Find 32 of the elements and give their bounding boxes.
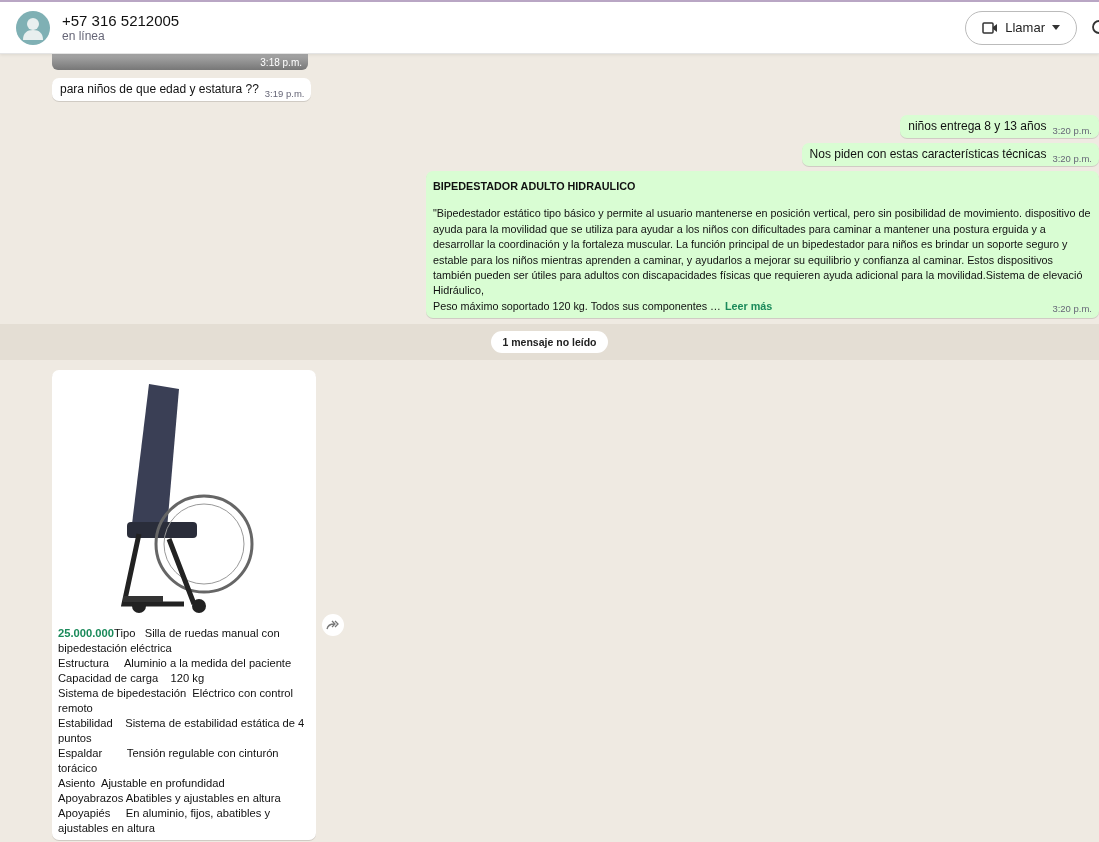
message-text: niños entrega 8 y 13 años [908,119,1047,133]
spec-line: Asiento Ajustable en profundidad [58,776,226,792]
contact-name: +57 316 5212005 [62,12,181,29]
spec-line: 25.000.000Tipo Silla de ruedas manual con bipedestación eléctrica [58,626,281,657]
message-text: "Bipedestador estático tipo básico y permite al usuario mantenerse en posición vertical, pero sin posibilidad de movimiento. dispositivo de ayuda para la movilidad que se utiliza para ayudar a los niños con dificultades para caminar a mantener una postura erguida y a desarrollar la coordinación y la fortaleza muscular. La función principal de un bipedestador para niños es brindar un soporte seguro y estable para los niños mientras aprenden a caminar, y ayudarlos a mejorar su equilibrio y confianza al caminar. Estos dispositivos también pueden ser útiles para adultos con discapacidades físicas que requieren ayuda adicional para la movilidad.Sistema de elevació Hidráulico, [433,206,1092,299]
message-text: Peso máximo soportado 120 kg. Todos sus componentes … [433,298,721,314]
spec-line: Espaldar Tensión regulable con cinturón torácico [58,746,280,777]
photo-placeholder[interactable]: 3:18 p.m. [52,54,308,70]
spec-line: Estructura Aluminio a la medida del paciente [58,656,293,672]
call-button[interactable]: Llamar [965,10,1077,45]
read-more-link[interactable]: Leer más [724,298,773,315]
spec-line: Estabilidad Sistema de estabilidad estática de 4 puntos [58,716,306,747]
caret-icon [1052,25,1060,30]
message-text: para niños de que edad y estatura ?? [60,82,259,96]
message-text: Nos piden con estas características técnicas [809,147,1047,161]
spec-line: Capacidad de carga 120 kg [58,671,206,687]
unread-badge: 1 mensaje no leído [490,331,609,354]
message-time: 3:18 p.m. [260,56,302,68]
forward-icon [326,620,340,631]
message-time: 3:20 p.m. [1052,153,1092,164]
forward-button[interactable] [322,614,344,637]
spec-line: Sistema de bipedestación Eléctrico con control remoto [58,686,295,717]
message-time: 3:20 p.m. [1052,301,1092,316]
search-icon[interactable] [1091,19,1099,36]
video-camera-icon [982,21,999,34]
contact-avatar[interactable] [16,10,50,45]
contact-status: en línea [62,29,106,43]
spec-line: Apoyabrazos Abatibles y ajustables en altura [58,791,282,807]
spec-line: Apoyapiés En aluminio, fijos, abatibles y ajustables en altura [58,806,272,837]
message-title: BIPEDESTADOR ADULTO HIDRAULICO [433,179,637,194]
message-time: 3:20 p.m. [1052,125,1092,136]
message-time: 3:19 p.m. [264,88,305,99]
